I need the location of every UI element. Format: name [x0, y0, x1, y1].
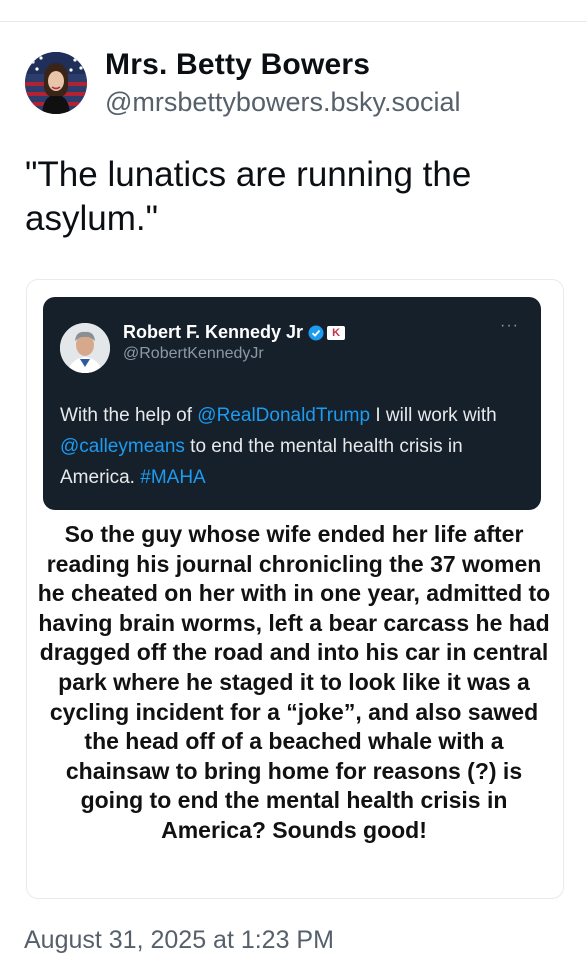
tweet-text-part: I will work with — [370, 405, 497, 426]
post-header: Mrs. Betty Bowers @mrsbettybowers.bsky.s… — [25, 46, 461, 120]
post-timestamp[interactable]: August 31, 2025 at 1:23 PM — [24, 926, 334, 955]
more-options-icon: ··· — [500, 317, 519, 334]
tweet-body: With the help of @RealDonaldTrump I will… — [60, 400, 530, 493]
post-text: "The lunatics are running the asylum." — [25, 155, 472, 238]
tweet-author-handle: @RobertKennedyJr — [123, 345, 264, 362]
author-avatar[interactable] — [25, 52, 87, 114]
affiliation-badge-icon: K — [327, 325, 346, 340]
tweet-text-part: With the help of — [60, 405, 198, 426]
profile-photo-icon — [25, 52, 87, 114]
mention-link: @calleymeans — [60, 436, 185, 457]
mention-link: @RealDonaldTrump — [197, 405, 371, 426]
author-display-name[interactable]: Mrs. Betty Bowers — [105, 46, 461, 84]
top-divider — [0, 21, 587, 22]
image-caption-text: So the guy whose wife ended her life aft… — [37, 521, 551, 843]
hashtag-link: #MAHA — [140, 467, 206, 488]
author-handle[interactable]: @mrsbettybowers.bsky.social — [105, 84, 461, 120]
verified-badge-icon — [308, 325, 324, 340]
profile-photo-icon — [60, 323, 110, 373]
tweet-author-name-row: Robert F. Kennedy Jr K — [123, 322, 346, 343]
tweet-author-name: Robert F. Kennedy Jr — [123, 322, 304, 342]
tweet-author-avatar — [60, 323, 110, 373]
embedded-tweet-screenshot: Robert F. Kennedy Jr K @RobertKennedyJr … — [43, 297, 541, 510]
